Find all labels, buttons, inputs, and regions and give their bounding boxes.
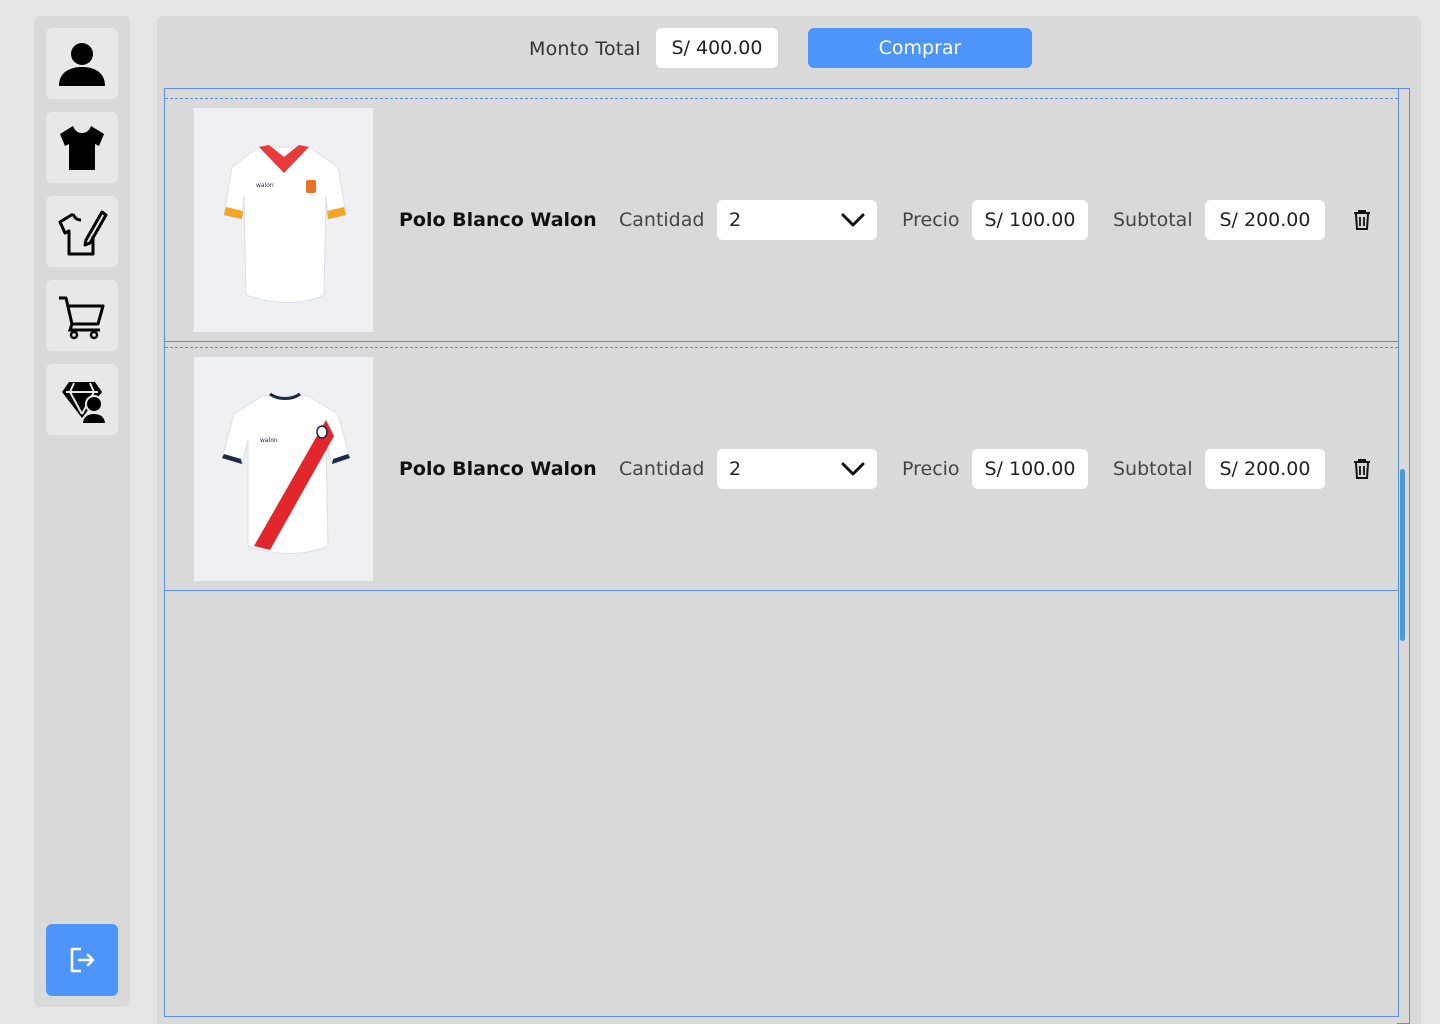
sidebar (34, 16, 130, 1007)
white-jersey-orange-collar: walon (222, 145, 347, 303)
product-name: Polo Blanco Walon (399, 209, 597, 231)
sidebar-item-products[interactable] (46, 112, 118, 183)
cart-item: walon Polo Blanco Walon Cantidad 2 Preci… (165, 347, 1398, 591)
diamond-user-icon (62, 381, 108, 425)
tshirt-design-icon (58, 210, 108, 255)
trash-icon[interactable] (1353, 459, 1371, 479)
subtotal-value: S/ 200.00 (1205, 200, 1325, 240)
scrollbar-thumb[interactable] (1400, 469, 1405, 641)
subtotal-label: Subtotal (1113, 209, 1193, 231)
svg-text:walon: walon (260, 437, 278, 444)
product-image: walon (194, 357, 373, 581)
price-label: Precio (902, 209, 960, 231)
product-image: walon (194, 108, 373, 332)
price-value: S/ 100.00 (972, 200, 1088, 240)
sidebar-item-design[interactable] (46, 196, 118, 267)
buy-button[interactable]: Comprar (808, 28, 1032, 68)
cart-item: walon Polo Blanco Walon Cantidad 2 Preci… (165, 98, 1398, 342)
quantity-value: 2 (729, 209, 742, 231)
cart-icon (59, 296, 105, 339)
tshirt-icon (60, 125, 104, 170)
total-label: Monto Total (529, 38, 641, 60)
logout-icon (70, 947, 95, 973)
quantity-value: 2 (729, 458, 742, 480)
white-jersey-red-sash: walon (220, 392, 351, 554)
price-label: Precio (902, 458, 960, 480)
quantity-label: Cantidad (619, 458, 705, 480)
cart-list[interactable]: walon Polo Blanco Walon Cantidad 2 Preci… (164, 88, 1399, 1017)
total-value: S/ 400.00 (656, 28, 778, 68)
scrollbar[interactable] (1397, 88, 1410, 1024)
cart-summary: Monto Total S/ 400.00 Comprar (157, 16, 1421, 88)
product-name: Polo Blanco Walon (399, 458, 597, 480)
user-icon (59, 42, 105, 86)
sidebar-item-admin[interactable] (46, 364, 118, 435)
subtotal-label: Subtotal (1113, 458, 1193, 480)
quantity-label: Cantidad (619, 209, 705, 231)
chevron-down-icon (841, 213, 865, 227)
subtotal-value: S/ 200.00 (1205, 449, 1325, 489)
price-value: S/ 100.00 (972, 449, 1088, 489)
svg-text:walon: walon (256, 182, 274, 189)
main-panel: Monto Total S/ 400.00 Comprar walon Polo… (157, 16, 1421, 1024)
quantity-select[interactable]: 2 (717, 200, 877, 240)
trash-icon[interactable] (1353, 210, 1371, 230)
sidebar-item-cart[interactable] (46, 280, 118, 351)
quantity-select[interactable]: 2 (717, 449, 877, 489)
sidebar-item-profile[interactable] (46, 28, 118, 99)
logout-button[interactable] (46, 924, 118, 996)
chevron-down-icon (841, 462, 865, 476)
